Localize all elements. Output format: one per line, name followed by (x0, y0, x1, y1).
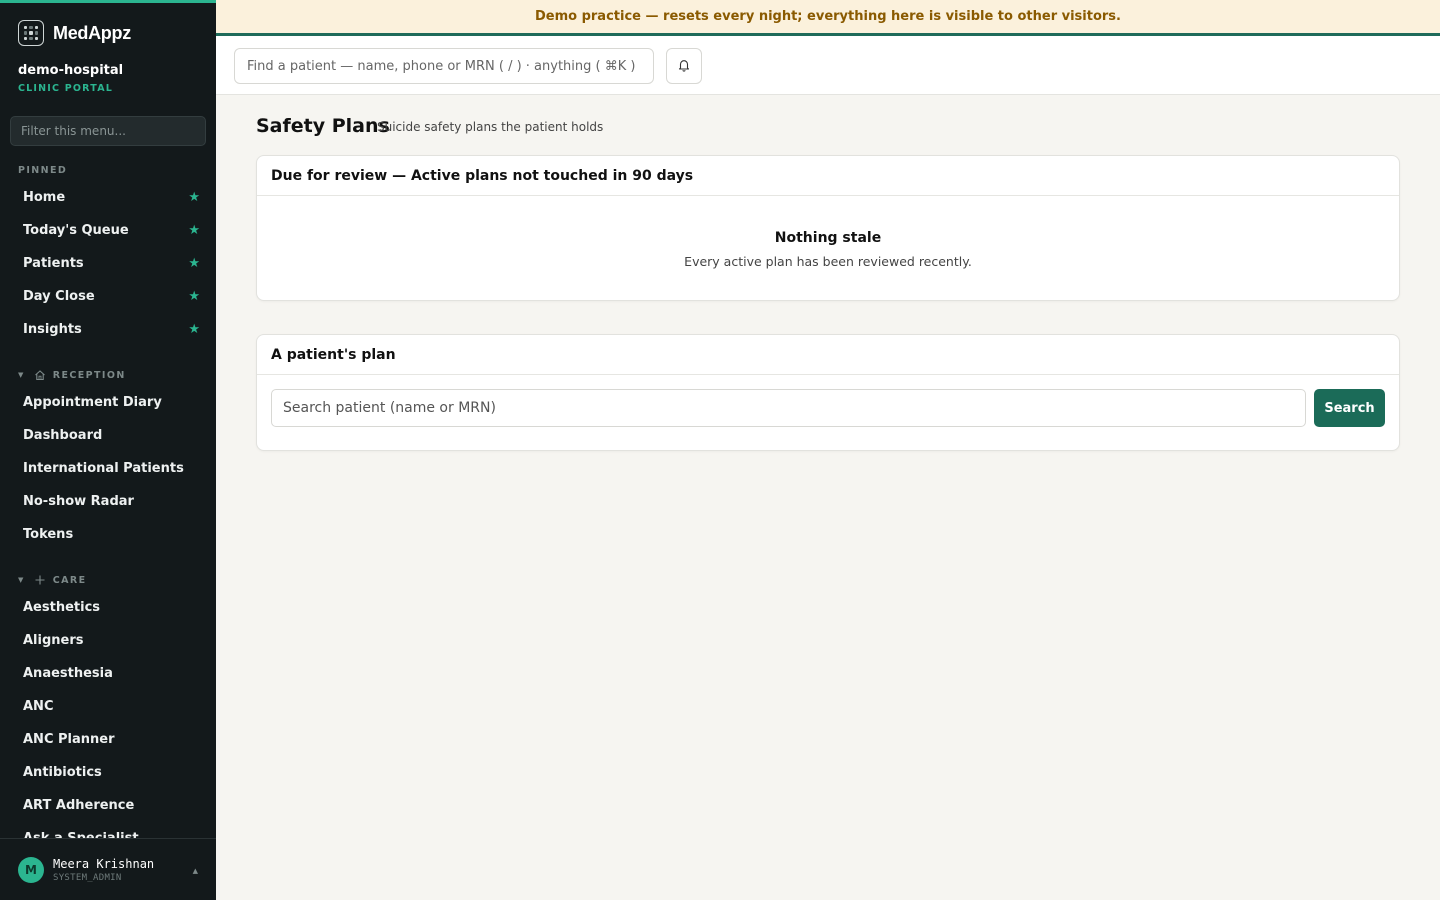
sidebar-item-anc[interactable]: ANC (10, 691, 206, 721)
bell-icon (677, 58, 691, 75)
logo-icon (18, 20, 44, 46)
menu-filter-input[interactable] (10, 116, 206, 146)
sidebar-item-label: Aesthetics (23, 599, 101, 615)
sidebar-item-label: Tokens (23, 526, 74, 542)
sidebar-item-no-show-radar[interactable]: No-show Radar (10, 486, 206, 516)
sidebar-item-aligners[interactable]: Aligners (10, 625, 206, 655)
avatar: M (18, 856, 44, 883)
sidebar: MedAppz demo-hospital CLINIC PORTAL PINN… (0, 0, 216, 900)
sidebar-item-todays-queue[interactable]: Today's Queue ★ (10, 215, 206, 245)
empty-state-title: Nothing stale (774, 230, 882, 246)
sidebar-item-label: ANC Planner (23, 731, 115, 747)
sidebar-item-anaesthesia[interactable]: Anaesthesia (10, 658, 206, 688)
demo-banner: Demo practice — resets every night; ever… (216, 0, 1440, 36)
sidebar-item-label: Patients (23, 255, 84, 271)
sidebar-item-art-adherence[interactable]: ART Adherence (10, 790, 206, 820)
sidebar-item-label: No-show Radar (23, 493, 134, 509)
star-icon[interactable]: ★ (188, 190, 200, 205)
sidebar-item-label: ART Adherence (23, 797, 135, 813)
sidebar-nav[interactable]: PINNED Home ★ Today's Queue ★ Patients ★… (0, 153, 216, 841)
sidebar-item-tokens[interactable]: Tokens (10, 519, 206, 549)
star-icon[interactable]: ★ (188, 256, 200, 271)
section-label-pinned: PINNED (18, 165, 68, 176)
sidebar-item-label: Today's Queue (23, 222, 129, 238)
sidebar-item-home[interactable]: Home ★ (10, 182, 206, 212)
patient-plan-card-title: A patient's plan (257, 335, 1399, 375)
sidebar-item-label: Day Close (23, 288, 95, 304)
caret-down-icon: ▼ (18, 576, 25, 584)
portal-label: CLINIC PORTAL (18, 83, 114, 94)
org-name: demo-hospital (18, 63, 124, 78)
patient-plan-card: A patient's plan Search (256, 334, 1400, 451)
caret-down-icon: ▼ (18, 371, 25, 379)
brand[interactable]: MedAppz (18, 20, 131, 46)
section-label-reception: RECEPTION (52, 369, 126, 381)
global-search-input[interactable] (234, 48, 654, 84)
sidebar-item-antibiotics[interactable]: Antibiotics (10, 757, 206, 787)
sidebar-item-appointment-diary[interactable]: Appointment Diary (10, 387, 206, 417)
review-card-title: Due for review — Active plans not touche… (257, 156, 1399, 196)
page-subtitle: Suicide safety plans the patient holds (377, 120, 604, 134)
user-role: SYSTEM_ADMIN (53, 872, 122, 883)
sidebar-item-anc-planner[interactable]: ANC Planner (10, 724, 206, 754)
sidebar-item-patients[interactable]: Patients ★ (10, 248, 206, 278)
sidebar-item-label: Aligners (23, 632, 84, 648)
notifications-button[interactable] (666, 48, 702, 84)
home-icon (34, 369, 46, 381)
sidebar-item-label: Appointment Diary (23, 394, 162, 410)
user-name: Meera Krishnan (53, 856, 155, 871)
user-menu[interactable]: M Meera Krishnan SYSTEM_ADMIN ▲ (0, 838, 216, 900)
patient-search-input[interactable] (271, 389, 1306, 427)
sidebar-item-label: Anaesthesia (23, 665, 113, 681)
section-label-care: CARE (52, 574, 87, 586)
section-toggle-reception[interactable]: ▼ RECEPTION (18, 369, 126, 381)
page-title: Safety Plans (256, 115, 390, 137)
sidebar-item-label: ANC (23, 698, 54, 714)
brand-name: MedAppz (53, 22, 131, 43)
caret-icon: ▲ (192, 867, 198, 875)
star-icon[interactable]: ★ (188, 223, 200, 238)
sidebar-item-day-close[interactable]: Day Close ★ (10, 281, 206, 311)
sidebar-item-label: Insights (23, 321, 82, 337)
review-card: Due for review — Active plans not touche… (256, 155, 1400, 301)
search-button[interactable]: Search (1314, 389, 1385, 427)
topbar (216, 36, 1440, 95)
empty-state-text: Every active plan has been reviewed rece… (684, 254, 972, 269)
sidebar-item-label: Dashboard (23, 427, 103, 443)
sidebar-item-dashboard[interactable]: Dashboard (10, 420, 206, 450)
sidebar-item-label: International Patients (23, 460, 184, 476)
star-icon[interactable]: ★ (188, 322, 200, 337)
plus-icon (34, 574, 46, 586)
user-info: Meera Krishnan SYSTEM_ADMIN (53, 857, 154, 883)
sidebar-item-label: Home (23, 189, 66, 205)
demo-banner-text: Demo practice — resets every night; ever… (534, 9, 1121, 24)
star-icon[interactable]: ★ (188, 289, 200, 304)
sidebar-item-label: Antibiotics (23, 764, 102, 780)
sidebar-item-insights[interactable]: Insights ★ (10, 314, 206, 344)
sidebar-item-aesthetics[interactable]: Aesthetics (10, 592, 206, 622)
sidebar-item-international-patients[interactable]: International Patients (10, 453, 206, 483)
section-toggle-care[interactable]: ▼ CARE (18, 574, 87, 586)
